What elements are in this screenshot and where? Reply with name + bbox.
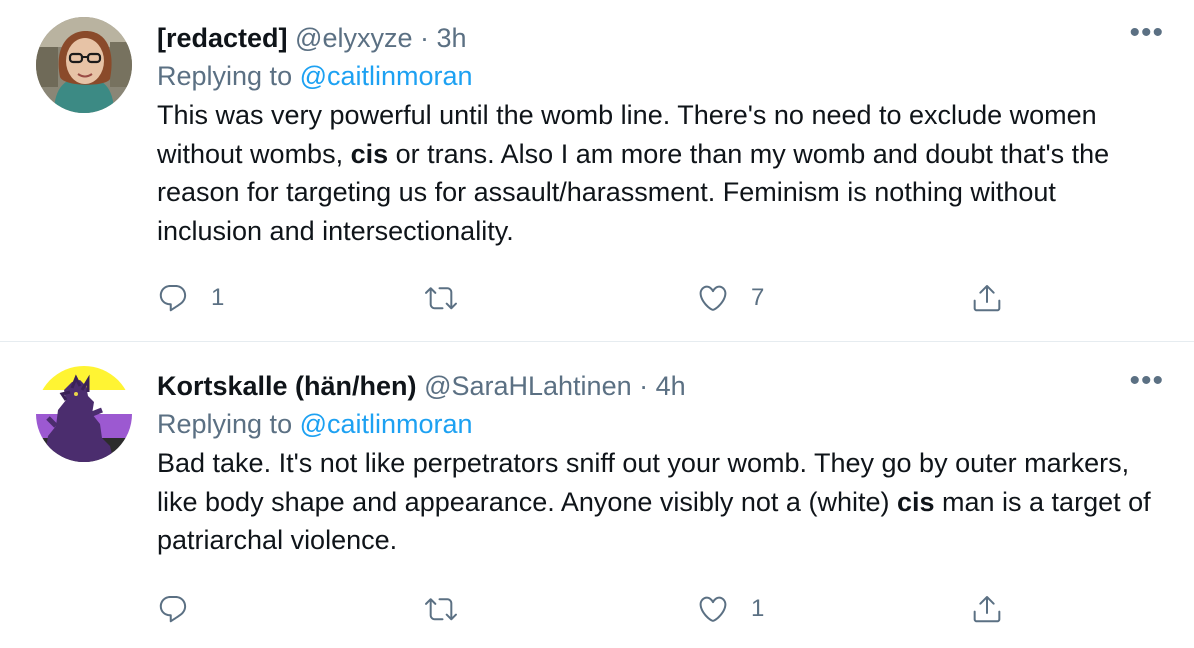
- more-horizontal-icon: •••: [1129, 364, 1164, 397]
- tweet[interactable]: [redacted] @elyxyze · 3h ••• Replying to…: [0, 0, 1194, 342]
- retweet-button[interactable]: [425, 589, 479, 629]
- share-button[interactable]: [971, 278, 1003, 318]
- like-count: 7: [751, 284, 765, 311]
- avatar-image: [36, 366, 132, 462]
- replying-to-mention[interactable]: @caitlinmoran: [300, 409, 473, 439]
- like-button[interactable]: 7: [697, 278, 764, 318]
- replying-to-mention[interactable]: @caitlinmoran: [300, 61, 473, 91]
- more-button[interactable]: •••: [1124, 366, 1164, 406]
- like-count: 1: [751, 595, 765, 622]
- separator-dot: ·: [420, 23, 430, 53]
- avatar[interactable]: [36, 17, 132, 113]
- heart-icon: [699, 596, 727, 622]
- reply-bubble-icon: [159, 284, 187, 312]
- retweet-icon: [425, 287, 457, 310]
- avatar-image: [36, 17, 132, 113]
- more-button[interactable]: •••: [1124, 18, 1164, 58]
- tweet-actions: 1 7: [157, 278, 1057, 318]
- reply-button[interactable]: 1: [157, 278, 224, 318]
- share-icon: [973, 285, 1001, 312]
- tweet-header: Kortskalle (hän/hen) @SaraHLahtinen · 4h…: [157, 366, 1164, 406]
- display-name[interactable]: Kortskalle (hän/hen): [157, 371, 417, 401]
- tweet-header: [redacted] @elyxyze · 3h •••: [157, 18, 1164, 58]
- replying-to-label: Replying to: [157, 61, 293, 91]
- tweet-text-highlight: cis: [896, 486, 935, 517]
- user-handle[interactable]: @SaraHLahtinen: [424, 371, 632, 401]
- tweet-actions: 1: [157, 589, 1057, 629]
- display-name[interactable]: [redacted]: [157, 23, 288, 53]
- replying-to-line: Replying to @caitlinmoran: [157, 406, 1164, 443]
- user-handle[interactable]: @elyxyze: [295, 23, 412, 53]
- tweet[interactable]: Kortskalle (hän/hen) @SaraHLahtinen · 4h…: [0, 342, 1194, 648]
- like-button[interactable]: 1: [697, 589, 764, 629]
- reply-count: 1: [211, 284, 225, 311]
- retweet-icon: [425, 598, 457, 621]
- tweet-text-highlight: cis: [350, 138, 389, 169]
- heart-icon: [699, 285, 727, 311]
- reply-bubble-icon: [159, 595, 187, 623]
- tweet-text: Bad take. It's not like perpetrators sni…: [157, 444, 1164, 560]
- tweet-content: Kortskalle (hän/hen) @SaraHLahtinen · 4h…: [157, 366, 1164, 560]
- tweet-text: This was very powerful until the womb li…: [157, 96, 1164, 250]
- retweet-button[interactable]: [425, 278, 479, 318]
- reply-button[interactable]: [157, 589, 211, 629]
- avatar[interactable]: [36, 366, 132, 462]
- reply-feed: [redacted] @elyxyze · 3h ••• Replying to…: [0, 0, 1194, 648]
- replying-to-label: Replying to: [157, 409, 293, 439]
- replying-to-line: Replying to @caitlinmoran: [157, 58, 1164, 95]
- timestamp[interactable]: 4h: [656, 371, 686, 401]
- separator-dot: ·: [639, 371, 649, 401]
- tweet-content: [redacted] @elyxyze · 3h ••• Replying to…: [157, 18, 1164, 250]
- share-button[interactable]: [971, 589, 1003, 629]
- timestamp[interactable]: 3h: [437, 23, 467, 53]
- share-icon: [973, 596, 1001, 623]
- more-horizontal-icon: •••: [1129, 16, 1164, 49]
